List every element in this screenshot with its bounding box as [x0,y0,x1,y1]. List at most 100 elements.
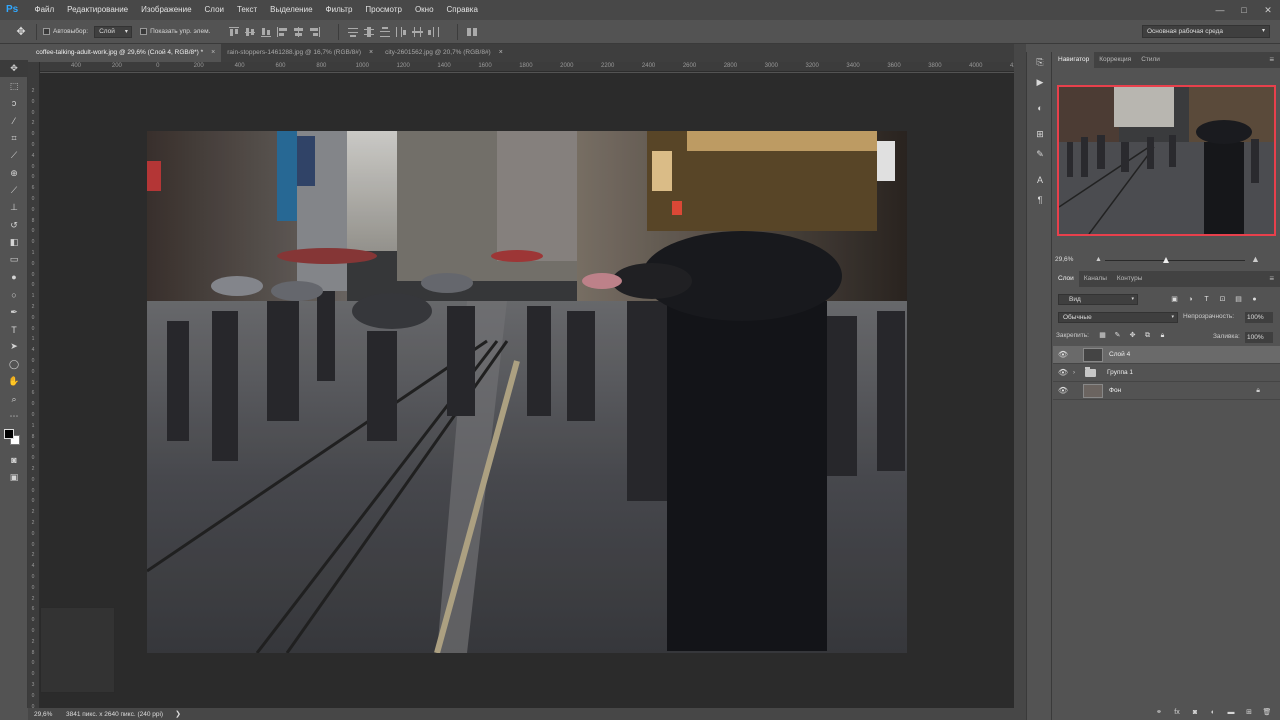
zoom-readout[interactable]: 29,6% [28,711,52,718]
canvas-area[interactable] [40,73,1014,708]
color-swatches[interactable] [0,425,28,451]
layer-name[interactable]: Фон [1109,387,1121,394]
distribute-top-icon[interactable] [346,26,360,38]
menu-layers[interactable]: Слои [198,0,230,20]
zoom-in-icon[interactable]: ▲ [1251,254,1260,264]
lock-artboard-icon[interactable]: ⧉ [1142,331,1153,341]
align-left-icon[interactable] [275,26,289,38]
eyedropper-tool-icon[interactable]: ⟋ [0,147,28,164]
lock-pixels-icon[interactable]: ✎ [1112,331,1123,341]
navigator-zoom-value[interactable]: 29,6% [1055,256,1073,263]
type-filter-icon[interactable]: T [1201,294,1212,305]
tab-styles[interactable]: Стили [1136,52,1165,68]
shape-filter-icon[interactable]: ⊡ [1217,294,1228,305]
brush-tool-icon[interactable]: ⟋ [0,182,28,199]
lasso-tool-icon[interactable]: ↄ [0,95,28,112]
fill-field[interactable]: 100% [1245,332,1273,343]
align-top-icon[interactable] [227,26,241,38]
align-vcenter-icon[interactable] [243,26,257,38]
distribute-bottom-icon[interactable] [378,26,392,38]
eye-icon[interactable]: 👁︎ [1053,350,1073,359]
distribute-vcenter-icon[interactable] [362,26,376,38]
screen-mode-icon[interactable]: ▣ [0,469,28,486]
menu-filter[interactable]: Фильтр [319,0,359,20]
eraser-tool-icon[interactable]: ◧ [0,234,28,251]
type-tool-icon[interactable]: T [0,321,28,338]
menu-select[interactable]: Выделение [264,0,319,20]
align-bottom-icon[interactable] [259,26,273,38]
pixel-filter-icon[interactable]: ▣ [1169,294,1180,305]
foreground-color-swatch[interactable] [4,429,14,440]
menu-window[interactable]: Окно [408,0,440,20]
tab-document-1[interactable]: coffee-talking-adult-work.jpg @ 29,6% (С… [30,44,222,62]
lock-position-icon[interactable]: ✥ [1127,331,1138,341]
smart-object-filter-icon[interactable]: ▤ [1233,294,1244,305]
adjustment-layer-icon[interactable]: ◐ [1208,708,1218,717]
lock-all-icon[interactable]: 🔒︎ [1157,331,1168,341]
panel-menu-icon[interactable]: ≡ [1269,271,1274,287]
stamp-tool-icon[interactable]: ⊥ [0,199,28,216]
marquee-tool-icon[interactable]: ⬚ [0,77,28,94]
gradient-tool-icon[interactable]: ▭ [0,251,28,268]
opacity-field[interactable]: 100% [1245,312,1273,323]
chevron-right-icon[interactable]: › [1073,370,1081,376]
chevron-right-icon[interactable]: ❯ [175,710,181,718]
menu-view[interactable]: Просмотр [359,0,409,20]
tab-paths[interactable]: Контуры [1112,271,1148,287]
layer-mask-icon[interactable]: ◙ [1190,708,1200,717]
path-select-tool-icon[interactable]: ➤ [0,338,28,355]
brush-settings-icon[interactable]: ⊞ [1027,124,1053,144]
show-transform-checkbox[interactable] [140,28,148,35]
align-right-icon[interactable] [307,26,321,38]
close-icon[interactable]: × [211,44,215,62]
eye-icon[interactable]: 👁︎ [1053,368,1073,377]
link-layers-icon[interactable]: ⚭ [1154,708,1164,717]
distribute-right-icon[interactable] [426,26,440,38]
menu-type[interactable]: Текст [230,0,263,20]
tab-layers[interactable]: Слои [1053,271,1079,287]
menu-image[interactable]: Изображение [135,0,198,20]
layer-name[interactable]: Группа 1 [1107,369,1133,376]
tab-navigator[interactable]: Навигатор [1053,52,1095,68]
align-hcenter-icon[interactable] [291,26,305,38]
menu-help[interactable]: Справка [440,0,484,20]
shape-tool-icon[interactable]: ◯ [0,356,28,373]
close-button[interactable]: ✕ [1256,0,1280,20]
crop-tool-icon[interactable]: ⌗ [0,130,28,147]
layer-style-icon[interactable]: fx [1172,708,1182,717]
navigator-zoom-slider[interactable] [1105,260,1245,261]
layer-row[interactable]: 👁︎ Слой 4 [1053,346,1280,364]
navigator-preview[interactable] [1057,85,1276,236]
history-icon[interactable]: ⎘ [1027,52,1053,72]
layer-row[interactable]: 👁︎ › Группа 1 [1053,364,1280,382]
more-tools-icon[interactable]: ⋯ [0,408,28,425]
healing-tool-icon[interactable]: ⊕ [0,164,28,181]
distribute-left-icon[interactable] [394,26,408,38]
magic-wand-tool-icon[interactable]: ⁄ [0,112,28,129]
workspace-select[interactable]: Основная рабочая среда ▾ [1142,25,1270,38]
tab-document-2[interactable]: rain-stoppers-1461288.jpg @ 16,7% (RGB/8… [221,44,379,62]
adjust-icon[interactable]: ◐ [1027,98,1053,118]
layer-filter-kind-select[interactable]: Вид ▾ [1058,294,1138,305]
hand-tool-icon[interactable]: ✋ [0,373,28,390]
blend-mode-select[interactable]: Обычные ▾ [1058,312,1178,323]
trash-icon[interactable]: 🗑︎ [1262,708,1272,717]
adjustment-filter-icon[interactable]: ◑ [1185,294,1196,305]
layer-name[interactable]: Слой 4 [1109,351,1130,358]
quick-mask-icon[interactable]: ◙ [0,451,28,468]
lock-transparent-icon[interactable]: ▦ [1097,331,1108,341]
history-brush-tool-icon[interactable]: ↺ [0,217,28,234]
eye-icon[interactable]: 👁︎ [1053,386,1073,395]
move-tool-icon[interactable]: ✥ [0,60,28,78]
autoselect-target-select[interactable]: Слой ▾ [94,25,133,38]
layer-row[interactable]: 👁︎ Фон 🔒︎ [1053,382,1280,400]
new-layer-icon[interactable]: ⊞ [1244,708,1254,717]
document-image[interactable] [147,131,907,653]
auto-align-icon[interactable] [465,26,479,38]
tab-channels[interactable]: Каналы [1079,271,1112,287]
move-tool-icon[interactable]: ✥ [12,23,30,41]
filter-toggle-icon[interactable]: ● [1249,294,1260,305]
close-icon[interactable]: × [499,44,503,62]
zoom-tool-icon[interactable]: ⌕ [0,390,28,407]
zoom-out-icon[interactable]: ▲ [1095,256,1102,263]
